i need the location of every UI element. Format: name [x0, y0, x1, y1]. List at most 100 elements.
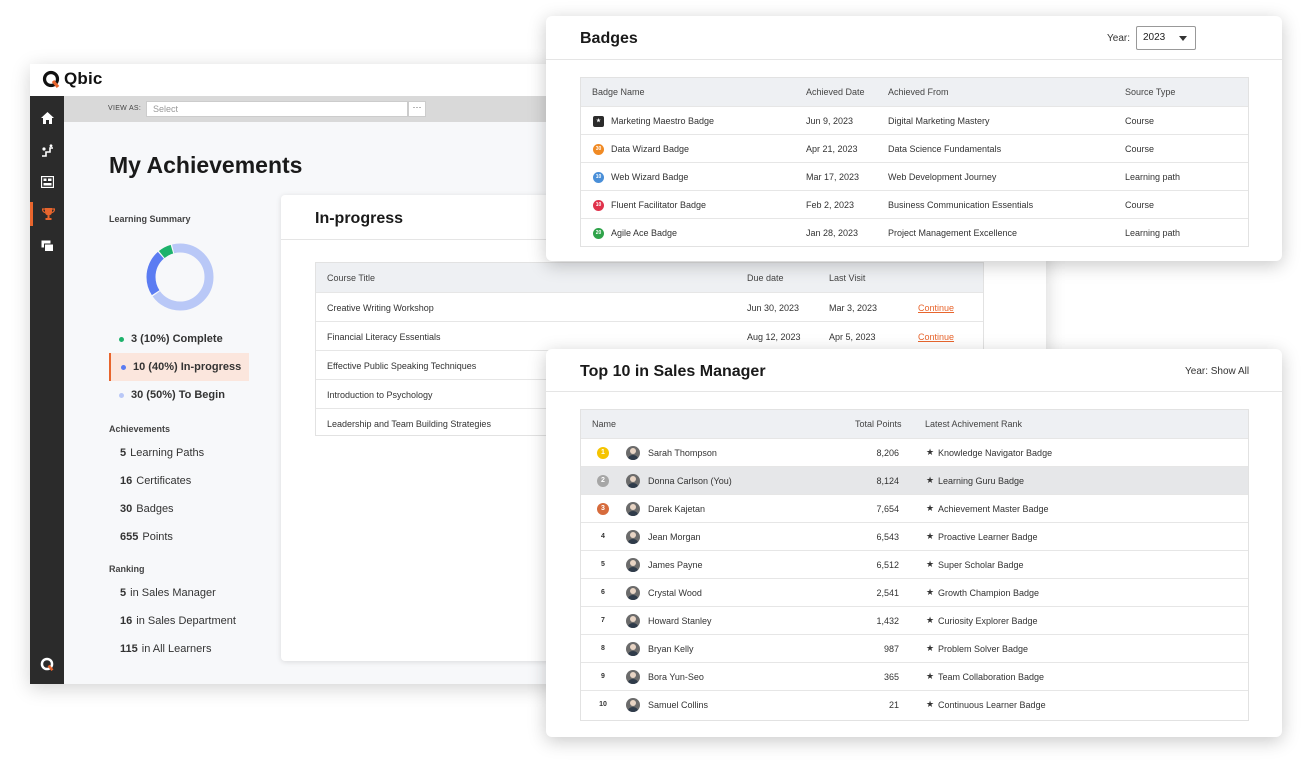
app-logo[interactable]: Qbic — [42, 69, 103, 89]
continue-link[interactable]: Continue — [918, 332, 954, 342]
achieved-date: Feb 2, 2023 — [806, 200, 855, 210]
course-title: Effective Public Speaking Techniques — [327, 361, 477, 371]
latest-badge: Curiosity Explorer Badge — [938, 616, 1038, 626]
rank-number: 6 — [601, 589, 605, 596]
messages-icon — [41, 240, 54, 252]
source-type: Course — [1125, 200, 1155, 210]
avatar — [626, 474, 640, 488]
learning-summary-heading: Learning Summary — [109, 214, 191, 224]
learner-name: Bora Yun-Seo — [648, 672, 704, 682]
table-row: 9 Bora Yun-Seo 365 ★ Team Collaboration … — [581, 662, 1248, 690]
legend-to-begin[interactable]: 30 (50%) To Begin — [109, 381, 249, 409]
sidebar-item-catalog[interactable] — [30, 170, 64, 194]
10-badge-icon: 10 — [593, 200, 604, 211]
table-row: 4 Jean Morgan 6,543 ★ Proactive Learner … — [581, 522, 1248, 550]
learning-summary-donut — [146, 243, 214, 311]
stat-points[interactable]: 655 Points — [120, 531, 173, 543]
legend-to-begin-label: 30 (50%) To Begin — [131, 389, 225, 401]
path-icon — [41, 143, 53, 157]
stat-num: 30 — [120, 503, 133, 515]
col-badge-name: Badge Name — [592, 87, 645, 97]
latest-badge: Achievement Master Badge — [938, 504, 1049, 514]
badge-name: Fluent Facilitator Badge — [611, 200, 707, 210]
legend-complete-label: 3 (10%) Complete — [131, 333, 223, 345]
table-row: 5 James Payne 6,512 ★ Super Scholar Badg… — [581, 550, 1248, 578]
view-as-select[interactable]: Select — [146, 101, 408, 117]
stat-num: 5 — [120, 587, 127, 599]
latest-badge: Proactive Learner Badge — [938, 532, 1038, 542]
sidebar-item-learning-path[interactable] — [30, 138, 64, 162]
legend-complete[interactable]: 3 (10%) Complete — [109, 325, 249, 353]
sidebar-item-home[interactable] — [30, 106, 64, 130]
sidebar — [30, 96, 64, 684]
learner-name: Samuel Collins — [648, 700, 709, 710]
complete-dot-icon — [119, 336, 124, 342]
achieved-date: Jan 28, 2023 — [806, 228, 859, 238]
view-as-more-button[interactable]: ··· — [408, 101, 426, 117]
col-last-visit: Last Visit — [829, 273, 866, 283]
badges-panel: Badges Year: 2023 Badge Name Achieved Da… — [546, 16, 1282, 261]
star-icon: ★ — [926, 615, 935, 625]
star-icon: ★ — [926, 447, 935, 457]
gold-medal-icon: 1 — [597, 447, 609, 459]
badge-name: Data Wizard Badge — [611, 144, 690, 154]
10-badge-icon: 10 — [593, 172, 604, 183]
sidebar-item-achievements[interactable] — [30, 202, 64, 226]
app-name: Qbic — [64, 69, 103, 88]
learner-name: Donna Carlson (You) — [648, 476, 732, 486]
star-icon: ★ — [926, 671, 935, 681]
learner-name: James Payne — [648, 560, 703, 570]
achieved-date: Apr 21, 2023 — [806, 144, 858, 154]
legend-in-progress[interactable]: 10 (40%) In-progress — [109, 353, 249, 381]
rank-sales-manager[interactable]: 5 in Sales Manager — [120, 587, 216, 599]
in-progress-title: In-progress — [315, 210, 404, 227]
table-row: 6 Crystal Wood 2,541 ★ Growth Champion B… — [581, 578, 1248, 606]
rank-sales-department[interactable]: 16 in Sales Department — [120, 615, 236, 627]
sidebar-footer-logo[interactable] — [30, 652, 64, 676]
star-icon: ★ — [926, 587, 935, 597]
30-badge-icon: 30 — [593, 144, 604, 155]
trophy-icon — [42, 208, 55, 220]
table-row: Creative Writing Workshop Jun 30, 2023 M… — [316, 292, 983, 321]
stat-label: in All Learners — [141, 643, 212, 655]
table-row-current-user: 2 Donna Carlson (You) 8,124 ★ Learning G… — [581, 466, 1248, 494]
source-type: Learning path — [1125, 228, 1181, 238]
badge-name: Agile Ace Badge — [611, 228, 678, 238]
last-visit: Mar 3, 2023 — [829, 303, 878, 313]
star-icon: ★ — [926, 559, 935, 569]
star-icon: ★ — [926, 531, 935, 541]
stat-num: 655 — [120, 531, 139, 543]
col-latest-rank: Latest Achivement Rank — [925, 419, 1023, 429]
divider — [546, 59, 1282, 60]
table-header: Course Title Due date Last Visit — [316, 263, 983, 292]
stat-num: 5 — [120, 447, 127, 459]
screenshot-root: Qbic VIEW AS: Select ··· My Achievements… — [0, 0, 1313, 780]
source-type: Course — [1125, 144, 1155, 154]
sidebar-item-messages[interactable] — [30, 234, 64, 258]
latest-badge: Knowledge Navigator Badge — [938, 448, 1053, 458]
achievements-heading: Achievements — [109, 424, 171, 434]
stat-certificates[interactable]: 16 Certificates — [120, 475, 191, 487]
continue-link[interactable]: Continue — [918, 303, 954, 313]
stat-badges[interactable]: 30 Badges — [120, 503, 174, 515]
year-filter[interactable]: Year: Show All — [1185, 366, 1249, 377]
to-begin-dot-icon — [119, 392, 124, 398]
latest-badge: Learning Guru Badge — [938, 476, 1025, 486]
learner-name: Bryan Kelly — [648, 644, 694, 654]
top10-table: Name Total Points Latest Achivement Rank… — [580, 409, 1249, 721]
avatar — [626, 698, 640, 712]
achieved-from: Digital Marketing Mastery — [888, 116, 990, 126]
rank-all-learners[interactable]: 115 in All Learners — [120, 643, 211, 655]
table-row: 3 Darek Kajetan 7,654 ★ Achievement Mast… — [581, 494, 1248, 522]
table-row: ★ Marketing Maestro Badge Jun 9, 2023 Di… — [581, 106, 1248, 134]
learner-name: Howard Stanley — [648, 616, 712, 626]
stat-learning-paths[interactable]: 5 Learning Paths — [120, 447, 204, 459]
latest-badge: Continuous Learner Badge — [938, 700, 1046, 710]
year-value: 2023 — [1143, 32, 1166, 43]
total-points: 987 — [883, 644, 899, 654]
last-visit: Apr 5, 2023 — [829, 332, 876, 342]
course-title: Creative Writing Workshop — [327, 303, 434, 313]
total-points: 6,543 — [876, 532, 899, 542]
year-select[interactable]: 2023 — [1136, 26, 1196, 50]
col-achieved-from: Achieved From — [888, 87, 949, 97]
